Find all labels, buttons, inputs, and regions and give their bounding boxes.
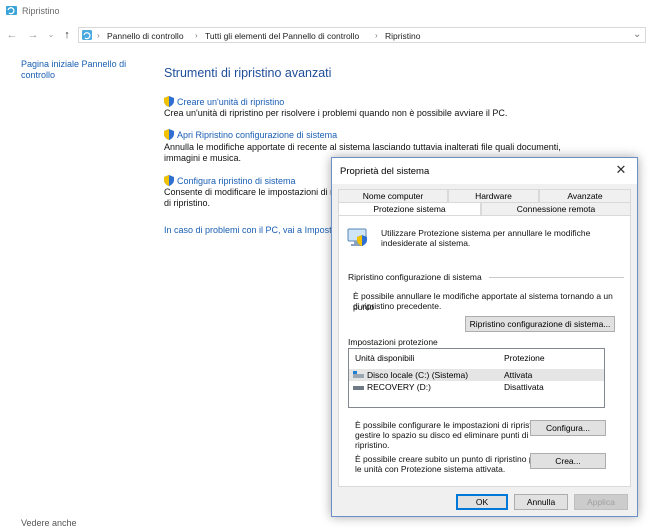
column-header-drives[interactable]: Unità disponibili (355, 352, 415, 364)
system-restore-button[interactable]: Ripristino configurazione di sistema... (465, 316, 615, 332)
configure-button[interactable]: Configura... (530, 420, 606, 436)
left-nav-home-link[interactable]: Pagina iniziale Pannello di controllo (21, 59, 141, 81)
recovery-icon (6, 6, 17, 15)
reset-pc-link[interactable]: In caso di problemi con il PC, vai a Imp… (164, 225, 337, 235)
address-bar: ← → ⌄ ↑ › Pannello di controllo › Tutti … (0, 25, 650, 45)
tab-advanced[interactable]: Avanzate (539, 189, 631, 202)
up-arrow-icon[interactable]: ↑ (60, 28, 74, 42)
cancel-button[interactable]: Annulla (514, 494, 568, 510)
breadcrumb-separator-icon: › (375, 31, 378, 40)
system-drive-icon (353, 371, 364, 378)
shield-icon (164, 96, 174, 107)
tab-remote-connection[interactable]: Connessione remota (481, 202, 631, 215)
title-bar: Ripristino (0, 0, 650, 22)
restore-section-label: Ripristino configurazione di sistema (348, 272, 482, 282)
create-text-1: È possibile creare subito un punto di ri… (355, 454, 542, 464)
open-system-restore-desc-2: immagini e musica. (164, 153, 242, 163)
recent-chevron-icon[interactable]: ⌄ (44, 28, 58, 42)
address-dropdown-icon[interactable]: ⌄ (633, 29, 641, 40)
open-system-restore-desc-1: Annulla le modifiche apportate di recent… (164, 142, 561, 152)
drive-icon (353, 386, 364, 390)
window-title: Ripristino (22, 6, 60, 16)
breadcrumb-recovery[interactable]: Ripristino (385, 31, 420, 41)
create-button[interactable]: Crea... (530, 453, 606, 469)
drive-status: Disattivata (504, 382, 544, 392)
restore-desc-2: di ripristino precedente. (353, 301, 442, 311)
intro-text-2: indesiderate al sistema. (381, 238, 471, 248)
section-divider (489, 277, 624, 278)
protection-section-label: Impostazioni protezione (348, 337, 438, 347)
address-field[interactable]: › Pannello di controllo › Tutti gli elem… (78, 27, 646, 43)
apply-button[interactable]: Applica (574, 494, 628, 510)
ok-button[interactable]: OK (456, 494, 508, 510)
computer-shield-icon (347, 228, 367, 246)
shield-icon (164, 175, 174, 186)
breadcrumb-all-items[interactable]: Tutti gli elementi del Pannello di contr… (205, 31, 359, 41)
configure-system-restore-desc-1: Consente di modificare le impostazioni d… (164, 187, 336, 197)
dialog-title: Proprietà del sistema (340, 166, 430, 177)
create-recovery-drive-desc: Crea un'unità di ripristino per risolver… (164, 108, 508, 118)
configure-system-restore-desc-2: di ripristino. (164, 198, 211, 208)
configure-system-restore-link[interactable]: Configura ripristino di sistema (177, 176, 296, 186)
column-header-protection[interactable]: Protezione (504, 352, 545, 364)
close-icon[interactable]: ✕ (613, 162, 629, 178)
drives-list[interactable]: Unità disponibili Protezione Disco local… (348, 348, 605, 408)
drive-name: Disco locale (C:) (Sistema) (367, 370, 469, 380)
drive-status: Attivata (504, 370, 533, 380)
tab-computer-name[interactable]: Nome computer (338, 189, 448, 202)
control-panel-icon (82, 30, 92, 40)
open-system-restore-link[interactable]: Apri Ripristino configurazione di sistem… (177, 130, 337, 140)
tab-hardware[interactable]: Hardware (448, 189, 539, 202)
system-properties-dialog: Proprietà del sistema ✕ Nome computer Ha… (331, 157, 638, 517)
intro-text-1: Utilizzare Protezione sistema per annull… (381, 228, 591, 238)
configure-text-2: gestire lo spazio su disco ed eliminare … (355, 430, 529, 440)
configure-text-3: ripristino. (355, 440, 390, 450)
create-text-2: le unità con Protezione sistema attivata… (355, 464, 506, 474)
see-also-heading: Vedere anche (21, 518, 77, 528)
configure-text-1: È possibile configurare le impostazioni … (355, 420, 546, 430)
table-row[interactable]: RECOVERY (D:) Disattivata (349, 381, 604, 393)
table-row[interactable]: Disco locale (C:) (Sistema) Attivata (349, 369, 604, 381)
shield-icon (164, 129, 174, 140)
back-arrow-icon[interactable]: ← (5, 28, 19, 42)
drive-name: RECOVERY (D:) (367, 382, 431, 392)
forward-arrow-icon[interactable]: → (26, 28, 40, 42)
tab-system-protection[interactable]: Protezione sistema (338, 202, 481, 216)
breadcrumb-control-panel[interactable]: Pannello di controllo (107, 31, 184, 41)
page-title: Strumenti di ripristino avanzati (164, 66, 332, 80)
breadcrumb-separator-icon: › (97, 31, 100, 40)
list-header: Unità disponibili Protezione (349, 352, 604, 364)
breadcrumb-separator-icon: › (195, 31, 198, 40)
dialog-title-bar: Proprietà del sistema ✕ (332, 158, 637, 184)
create-recovery-drive-link[interactable]: Creare un'unità di ripristino (177, 97, 284, 107)
